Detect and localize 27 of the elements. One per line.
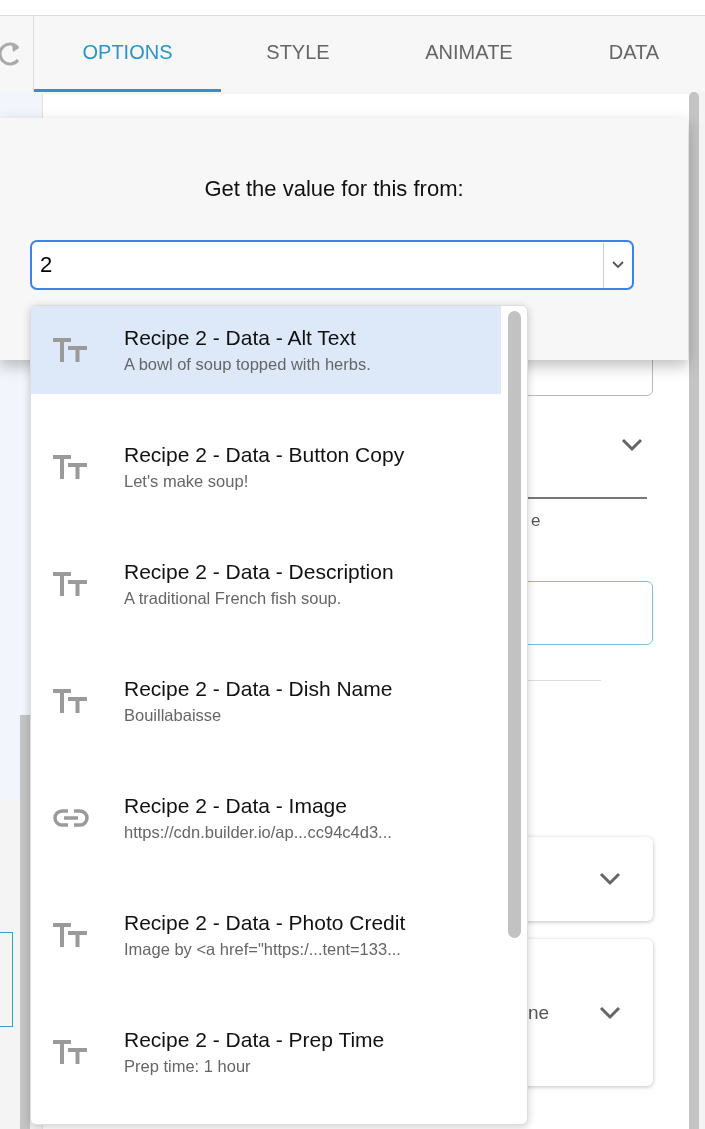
dropdown-option[interactable]: Recipe 2 - Data - Alt Text A bowl of soup topped with herbs.: [31, 306, 501, 394]
tab[interactable]: STYLE: [221, 16, 375, 92]
link-icon: [53, 809, 89, 827]
text-size-icon: [53, 455, 87, 479]
text-size-icon: [53, 572, 87, 596]
chevron-down-icon[interactable]: [599, 872, 621, 886]
dropdown-option[interactable]: Recipe 2 - Data - Description A traditional French fish soup.: [31, 540, 501, 628]
caret-icon[interactable]: [611, 261, 624, 269]
dropdown-option[interactable]: Recipe 2 - Data - Button Copy Let's make soup!: [31, 423, 501, 511]
label-text: e: [531, 511, 541, 531]
label-text: ne: [528, 1001, 550, 1024]
dropdown-option[interactable]: Recipe 2 - Data - Prep Time Prep time: 1 hour: [31, 1008, 501, 1096]
text-size-icon: [53, 1040, 87, 1064]
scrollbar[interactable]: [689, 92, 699, 1129]
dropdown-option[interactable]: Recipe 2 - Data - Photo Credit Image by <a href="https:/...tent=133...: [31, 891, 501, 979]
text-size-icon: [53, 338, 87, 362]
tab[interactable]: ANIMATE: [375, 16, 563, 92]
dropdown-option[interactable]: Recipe 2 - Data - Dish Name Bouillabaisse: [31, 657, 501, 745]
chevron-down-icon[interactable]: [599, 1005, 621, 1020]
chevron-down-icon[interactable]: [621, 438, 643, 452]
combobox[interactable]: 2: [30, 240, 634, 290]
dropdown-option[interactable]: Recipe 2 - Data - Image https://cdn.builder.io/ap...cc94c4d3...: [31, 774, 501, 862]
text-size-icon: [53, 923, 87, 947]
tab[interactable]: DATA: [563, 16, 705, 92]
scrollbar-thumb[interactable]: [508, 311, 521, 938]
popover-title: Get the value for this from:: [204, 176, 464, 202]
text-size-icon: [53, 689, 87, 713]
